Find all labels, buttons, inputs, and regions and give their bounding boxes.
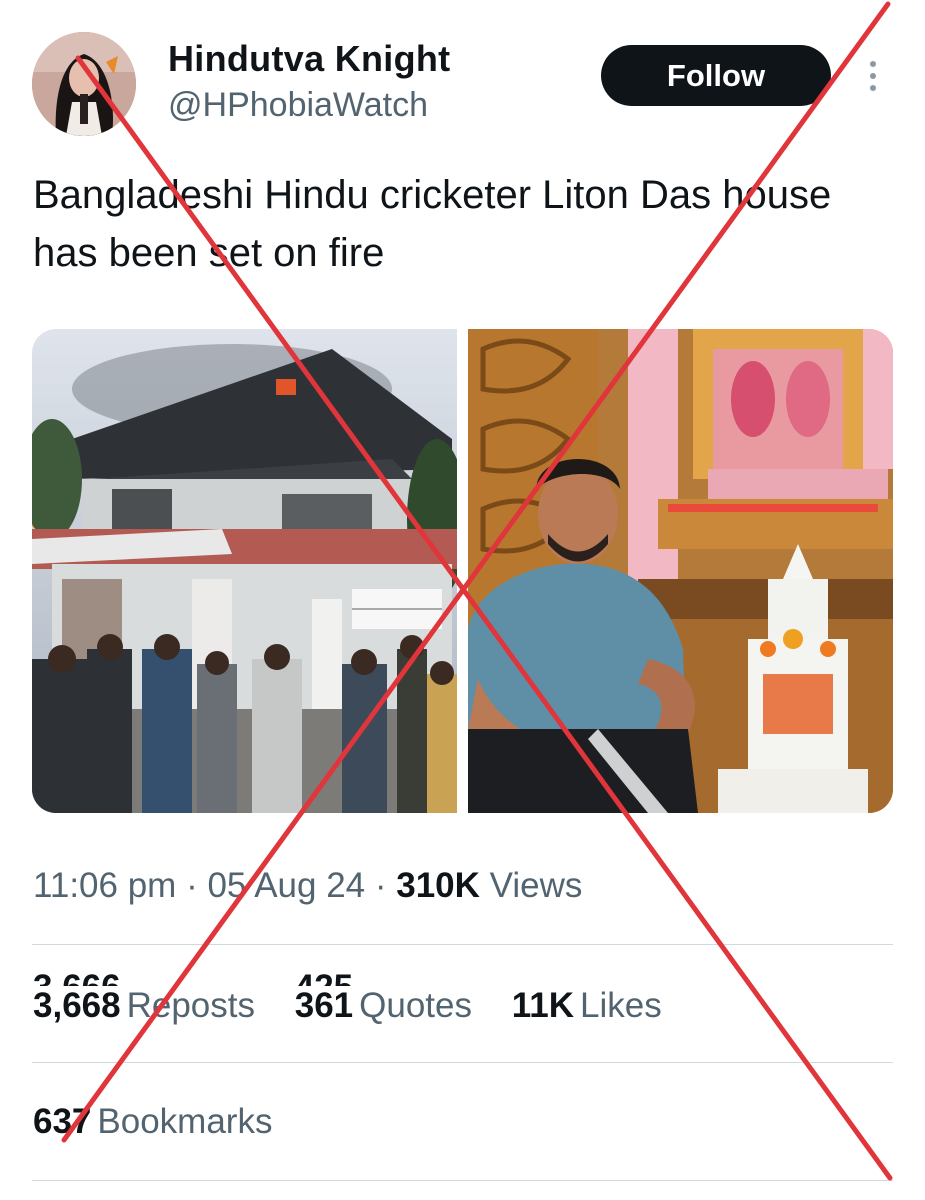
tweet-meta: 11:06 pm · 05 Aug 24 · 310K Views — [33, 866, 582, 906]
quotes-stat[interactable]: 425 361 Quotes — [294, 968, 472, 1026]
tweet-date[interactable]: 05 Aug 24 — [207, 866, 365, 905]
reposts-count: 3,668 — [33, 986, 121, 1025]
tweet-time[interactable]: 11:06 pm — [33, 866, 176, 905]
avatar-image — [32, 32, 136, 136]
engagement-stats: 3,666 3,668 Reposts 425 361 Quotes 11K Li… — [33, 968, 692, 1026]
meta-separator: · — [186, 866, 198, 905]
likes-label: Likes — [580, 986, 662, 1025]
divider — [32, 1180, 893, 1181]
reposts-label: Reposts — [126, 986, 255, 1025]
follow-button[interactable]: Follow — [601, 45, 831, 106]
meta-separator: · — [374, 866, 387, 905]
likes-stat[interactable]: 11K Likes — [512, 986, 662, 1026]
likes-count: 11K — [511, 986, 575, 1025]
author-handle[interactable]: @HPhobiaWatch — [168, 86, 428, 125]
bookmarks-label: Bookmarks — [97, 1102, 273, 1141]
bookmarks-stat[interactable]: 637 Bookmarks — [33, 1102, 272, 1142]
tweet-photo-burning-house[interactable] — [32, 329, 457, 813]
tweet-text: Bangladeshi Hindu cricketer Liton Das ho… — [33, 173, 832, 275]
author-display-name[interactable]: Hindutva Knight — [168, 38, 450, 80]
quotes-label: Quotes — [359, 986, 472, 1025]
quotes-count: 361 — [294, 986, 354, 1025]
views-count: 310K — [396, 866, 480, 905]
reposts-stat[interactable]: 3,666 3,668 Reposts — [33, 968, 255, 1026]
avatar[interactable] — [32, 32, 136, 136]
tweet-photo-cricketer[interactable] — [468, 329, 893, 813]
more-vertical-icon[interactable] — [862, 58, 884, 94]
bookmarks-count: 637 — [33, 1102, 92, 1141]
views-label: Views — [489, 866, 583, 905]
divider — [32, 1062, 893, 1063]
divider — [32, 944, 893, 945]
